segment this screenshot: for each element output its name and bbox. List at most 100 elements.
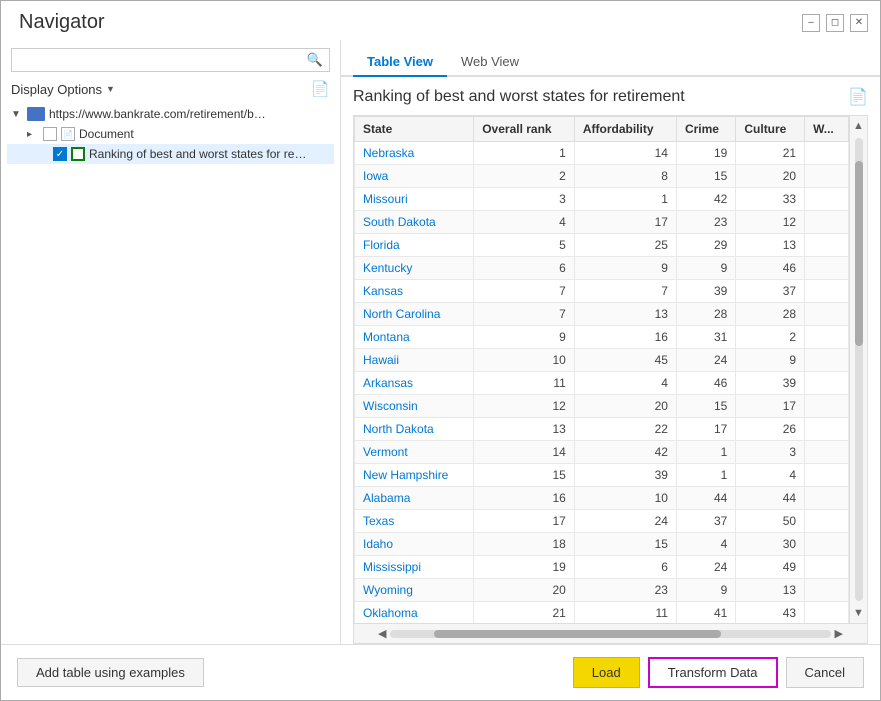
search-icon: 🔍 — [307, 52, 323, 68]
col-header-culture: Culture — [736, 117, 805, 142]
tab-table-view[interactable]: Table View — [353, 48, 447, 77]
table-cell: 23 — [574, 579, 676, 602]
url-node-label: https://www.bankrate.com/retirement/best… — [49, 107, 269, 121]
tree-node-document[interactable]: ▸ 📄 Document — [7, 124, 334, 144]
scroll-thumb-horizontal[interactable] — [434, 630, 720, 638]
table-cell-extra — [805, 165, 849, 188]
table-cell: 20 — [474, 579, 575, 602]
scroll-down-arrow-icon[interactable]: ▼ — [853, 603, 864, 623]
table-cell: 42 — [676, 188, 735, 211]
table-cell: 21 — [474, 602, 575, 624]
document-checkbox[interactable] — [43, 127, 57, 141]
horizontal-scrollbar[interactable]: ◀ ▶ — [354, 623, 867, 643]
footer: Add table using examples Load Transform … — [1, 644, 880, 700]
table-cell: 30 — [736, 533, 805, 556]
preview-header: Ranking of best and worst states for ret… — [353, 87, 868, 107]
table-row: Missouri314233 — [355, 188, 849, 211]
table-row: Iowa281520 — [355, 165, 849, 188]
table-cell-extra — [805, 441, 849, 464]
table-cell: 28 — [676, 303, 735, 326]
table-cell: 16 — [574, 326, 676, 349]
table-cell: Wisconsin — [355, 395, 474, 418]
search-input[interactable] — [18, 53, 307, 68]
tree-node-url[interactable]: ▼ https://www.bankrate.com/retirement/be… — [7, 104, 334, 124]
table-cell-extra — [805, 579, 849, 602]
preview-title: Ranking of best and worst states for ret… — [353, 88, 685, 106]
cancel-button[interactable]: Cancel — [786, 657, 864, 688]
table-cell: 2 — [736, 326, 805, 349]
load-button[interactable]: Load — [573, 657, 640, 688]
table-cell: Idaho — [355, 533, 474, 556]
table-cell: Mississippi — [355, 556, 474, 579]
restore-button[interactable]: ◻ — [826, 14, 844, 32]
table-cell: 8 — [574, 165, 676, 188]
vertical-scrollbar[interactable]: ▲ ▼ — [849, 116, 867, 623]
table-cell-extra — [805, 234, 849, 257]
col-header-rank: Overall rank — [474, 117, 575, 142]
table-cell-extra — [805, 487, 849, 510]
table-cell: 1 — [474, 142, 575, 165]
tree-node-table[interactable]: Ranking of best and worst states for ret… — [7, 144, 334, 164]
table-cell: 1 — [574, 188, 676, 211]
scroll-left-arrow-icon[interactable]: ◀ — [374, 627, 390, 640]
scroll-up-arrow-icon[interactable]: ▲ — [853, 116, 864, 136]
minimize-button[interactable]: – — [802, 14, 820, 32]
table-cell: 37 — [736, 280, 805, 303]
table-cell: 10 — [474, 349, 575, 372]
tab-web-view[interactable]: Web View — [447, 48, 533, 77]
table-scroll-container[interactable]: State Overall rank Affordability Crime C… — [354, 116, 867, 623]
scroll-thumb-vertical[interactable] — [855, 161, 863, 346]
transform-data-button[interactable]: Transform Data — [648, 657, 778, 688]
table-cell-extra — [805, 556, 849, 579]
table-cell: 11 — [574, 602, 676, 624]
table-cell: 44 — [676, 487, 735, 510]
footer-left: Add table using examples — [17, 658, 204, 687]
table-cell: 12 — [474, 395, 575, 418]
table-row: North Carolina7132828 — [355, 303, 849, 326]
table-cell: 11 — [474, 372, 575, 395]
table-cell: 25 — [574, 234, 676, 257]
table-cell: 2 — [474, 165, 575, 188]
right-panel: Table View Web View Ranking of best and … — [341, 40, 880, 644]
main-content: 🔍 Display Options ▼ 📄 ▼ https://www.bank… — [1, 40, 880, 644]
table-cell: 17 — [736, 395, 805, 418]
table-cell: 43 — [736, 602, 805, 624]
table-cell: 1 — [676, 441, 735, 464]
table-cell: 24 — [676, 556, 735, 579]
table-cell: 10 — [574, 487, 676, 510]
col-header-state: State — [355, 117, 474, 142]
table-row: New Hampshire153914 — [355, 464, 849, 487]
add-table-button[interactable]: Add table using examples — [17, 658, 204, 687]
table-header-row: State Overall rank Affordability Crime C… — [355, 117, 849, 142]
table-cell: 46 — [736, 257, 805, 280]
table-row: Oklahoma21114143 — [355, 602, 849, 624]
table-cell: 1 — [676, 464, 735, 487]
table-cell: Arkansas — [355, 372, 474, 395]
table-checkbox[interactable] — [53, 147, 67, 161]
table-cell: 45 — [574, 349, 676, 372]
close-button[interactable]: ✕ — [850, 14, 868, 32]
table-cell: 39 — [574, 464, 676, 487]
table-row: Kansas773937 — [355, 280, 849, 303]
table-row: Vermont144213 — [355, 441, 849, 464]
table-cell: 41 — [676, 602, 735, 624]
scroll-right-arrow-icon[interactable]: ▶ — [831, 627, 847, 640]
table-cell: 39 — [736, 372, 805, 395]
tree-toggle-document: ▸ — [27, 129, 43, 140]
table-cell: 6 — [474, 257, 575, 280]
col-header-crime: Crime — [676, 117, 735, 142]
table-row: Mississippi1962449 — [355, 556, 849, 579]
display-options-button[interactable]: Display Options ▼ — [11, 82, 115, 97]
refresh-icon-button[interactable]: 📄 — [311, 80, 330, 98]
table-cell: 6 — [574, 556, 676, 579]
table-row: Florida5252913 — [355, 234, 849, 257]
table-row: Idaho1815430 — [355, 533, 849, 556]
table-row: Hawaii1045249 — [355, 349, 849, 372]
url-icon — [27, 107, 45, 121]
table-cell: 31 — [676, 326, 735, 349]
scroll-track-vertical — [855, 138, 863, 601]
table-cell: 17 — [676, 418, 735, 441]
table-cell: Vermont — [355, 441, 474, 464]
table-cell: 39 — [676, 280, 735, 303]
table-cell: Montana — [355, 326, 474, 349]
